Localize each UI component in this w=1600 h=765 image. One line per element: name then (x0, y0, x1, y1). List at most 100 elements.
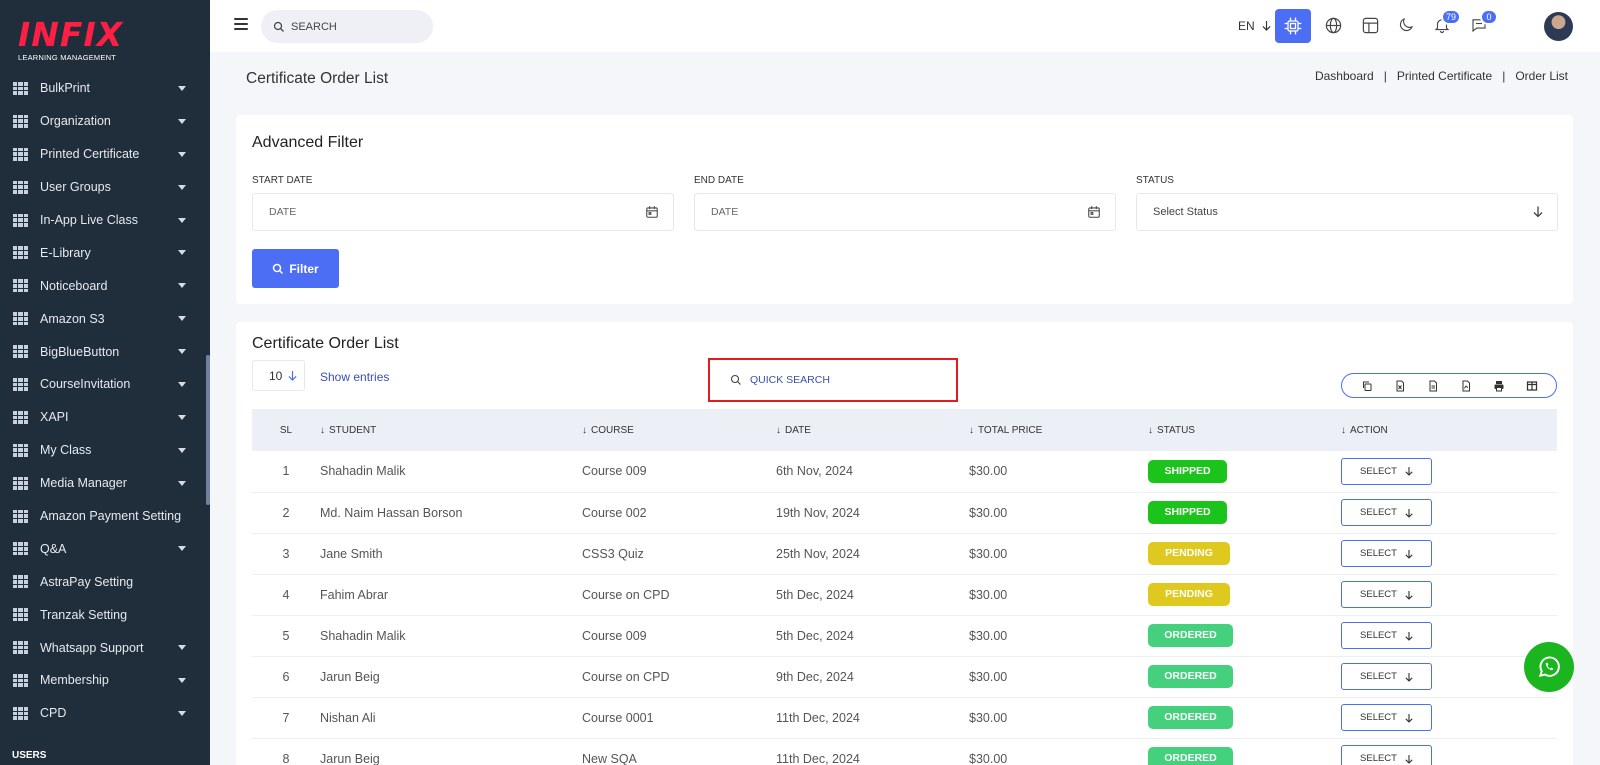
sidebar-item-user-groups[interactable]: User Groups (0, 171, 206, 204)
csv-icon[interactable] (1421, 376, 1445, 396)
sidebar-item-bulkprint[interactable]: BulkPrint (0, 72, 206, 105)
calendar-icon[interactable] (645, 205, 659, 219)
sidebar-item-printed-certificate[interactable]: Printed Certificate (0, 138, 206, 171)
show-entries-label: Show entries (320, 370, 390, 384)
column-header-sl[interactable]: SL (252, 409, 320, 451)
copy-icon[interactable] (1355, 376, 1379, 396)
cell-total-price: $30.00 (969, 751, 1008, 765)
column-header-total-price[interactable]: ↓ TOTAL PRICE (969, 409, 1148, 451)
start-date-input[interactable] (269, 206, 609, 218)
sidebar-item-my-class[interactable]: My Class (0, 434, 206, 467)
cell-course: Course 002 (582, 505, 647, 520)
sidebar-item-noticeboard[interactable]: Noticeboard (0, 269, 206, 302)
column-header-date[interactable]: ↓ DATE (776, 409, 969, 451)
print-icon[interactable] (1487, 376, 1511, 396)
select-action-label: SELECT (1360, 548, 1397, 559)
header-search-input[interactable] (291, 20, 421, 33)
calendar-icon[interactable] (1087, 205, 1101, 219)
cell-total-price: $30.00 (969, 710, 1008, 725)
sidebar-item-amazon-payment-setting[interactable]: Amazon Payment Setting (0, 500, 206, 533)
end-date-field[interactable] (694, 193, 1116, 231)
cell-total-price: $30.00 (969, 505, 1008, 520)
menu-toggle-icon[interactable] (234, 18, 248, 30)
layout-icon[interactable] (1359, 14, 1381, 36)
messages-button[interactable]: 0 (1468, 9, 1498, 36)
arrow-down-icon (1405, 754, 1413, 764)
select-action-button[interactable]: SELECT (1341, 622, 1432, 649)
grid-icon (13, 312, 28, 326)
cell-total-price: $30.00 (969, 464, 1008, 479)
caret-down-icon (178, 447, 186, 453)
messages-count-badge: 0 (1480, 9, 1498, 25)
sidebar-item-whatsapp-support[interactable]: Whatsapp Support (0, 631, 206, 664)
breadcrumb-dashboard[interactable]: Dashboard (1315, 69, 1374, 83)
cell-date: 25th Nov, 2024 (776, 546, 860, 561)
top-header: EN 79 0 (210, 0, 1600, 52)
entries-per-page-select[interactable]: 10 (252, 360, 305, 391)
cell-course: Course 009 (582, 628, 647, 643)
select-action-button[interactable]: SELECT (1341, 745, 1432, 765)
arrow-down-icon (1405, 467, 1413, 477)
sidebar-item-membership[interactable]: Membership (0, 664, 206, 697)
header-search[interactable] (261, 10, 433, 43)
cell-sl: 3 (282, 546, 290, 561)
select-action-button[interactable]: SELECT (1341, 457, 1432, 485)
arrow-down-icon (1405, 508, 1413, 518)
sidebar-item-media-manager[interactable]: Media Manager (0, 467, 206, 500)
end-date-input[interactable] (711, 206, 1051, 218)
sidebar-item-q-a[interactable]: Q&A (0, 532, 206, 565)
select-action-label: SELECT (1360, 753, 1397, 764)
select-action-button[interactable]: SELECT (1341, 540, 1432, 567)
sidebar-item-cpd[interactable]: CPD (0, 697, 206, 730)
user-avatar[interactable] (1544, 12, 1573, 41)
sidebar-item-tranzak-setting[interactable]: Tranzak Setting (0, 598, 206, 631)
column-header-action[interactable]: ↓ ACTION (1341, 409, 1557, 451)
sidebar-scrollbar[interactable] (206, 355, 210, 505)
breadcrumb-printed-certificate[interactable]: Printed Certificate (1397, 69, 1492, 83)
select-action-label: SELECT (1360, 465, 1397, 477)
order-list-card: Certificate Order List 10 Show entries S… (236, 322, 1573, 765)
caret-down-icon (178, 645, 186, 651)
quick-search-input[interactable] (750, 374, 930, 386)
select-action-button[interactable]: SELECT (1341, 581, 1432, 608)
language-selector[interactable]: EN (1238, 19, 1271, 33)
status-badge: ORDERED (1148, 747, 1233, 765)
cell-sl: 1 (282, 464, 290, 479)
sidebar-item-in-app-live-class[interactable]: In-App Live Class (0, 204, 206, 237)
select-action-button[interactable]: SELECT (1341, 499, 1432, 526)
moon-icon[interactable] (1395, 14, 1417, 36)
whatsapp-chat-button[interactable] (1524, 642, 1574, 692)
cpu-settings-button[interactable] (1275, 9, 1311, 43)
sidebar-item-bigbluebutton[interactable]: BigBlueButton (0, 335, 206, 368)
filter-button[interactable]: Filter (252, 249, 339, 288)
pdf-icon[interactable] (1454, 376, 1478, 396)
arrow-down-icon (1533, 206, 1543, 218)
excel-icon[interactable] (1388, 376, 1412, 396)
cell-action: SELECT (1341, 697, 1557, 738)
sidebar-item-courseinvitation[interactable]: CourseInvitation (0, 368, 206, 401)
column-header-status[interactable]: ↓ STATUS (1148, 409, 1341, 451)
sidebar-item-xapi[interactable]: XAPI (0, 401, 206, 434)
select-action-button[interactable]: SELECT (1341, 704, 1432, 731)
columns-icon[interactable] (1520, 376, 1544, 396)
select-action-button[interactable]: SELECT (1341, 663, 1432, 690)
cell-date: 5th Dec, 2024 (776, 628, 854, 643)
sidebar-item-label: Amazon Payment Setting (40, 509, 182, 524)
sidebar-item-organization[interactable]: Organization (0, 105, 206, 138)
notification-bell-button[interactable]: 79 (1431, 9, 1461, 36)
start-date-field[interactable] (252, 193, 674, 231)
sidebar-item-amazon-s3[interactable]: Amazon S3 (0, 302, 206, 335)
brand-logo[interactable]: INFIX LEARNING MANAGEMENT (18, 18, 123, 63)
grid-icon (13, 706, 28, 720)
sidebar-item-e-library[interactable]: E-Library (0, 236, 206, 269)
breadcrumb-order-list[interactable]: Order List (1515, 69, 1568, 83)
status-select[interactable]: Select Status (1136, 193, 1558, 231)
status-badge: SHIPPED (1148, 501, 1227, 524)
grid-icon (13, 509, 28, 523)
sidebar-item-astrapay-setting[interactable]: AstraPay Setting (0, 565, 206, 598)
globe-icon[interactable] (1322, 14, 1344, 36)
column-header-course[interactable]: ↓ COURSE (582, 409, 776, 451)
quick-search[interactable] (708, 358, 958, 402)
cell-course: Course 0001 (582, 710, 654, 725)
column-header-student[interactable]: ↓ STUDENT (320, 409, 582, 451)
